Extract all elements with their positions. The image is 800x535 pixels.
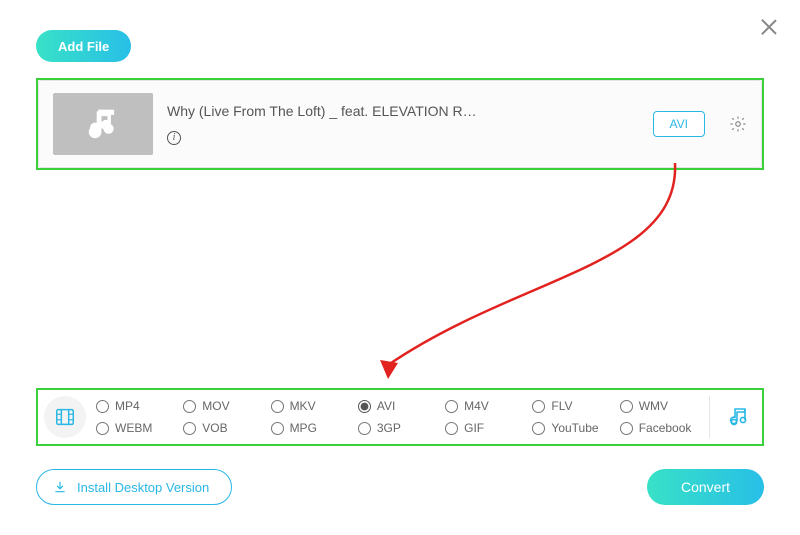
download-icon [53,480,67,494]
format-label: GIF [464,421,484,435]
install-desktop-label: Install Desktop Version [77,480,209,495]
add-file-button[interactable]: Add File [36,30,131,62]
format-radio-facebook[interactable] [620,422,633,435]
format-radio-mov[interactable] [183,400,196,413]
format-radio-mpg[interactable] [271,422,284,435]
format-radio-youtube[interactable] [532,422,545,435]
audio-category-button[interactable] [724,403,752,431]
format-radio-flv[interactable] [532,400,545,413]
format-option-mpg[interactable]: MPG [271,421,354,435]
file-card-highlight: Why (Live From The Loft) _ feat. ELEVATI… [36,78,764,170]
format-label: MKV [290,399,316,413]
video-category-button[interactable] [44,396,86,438]
format-label: Facebook [639,421,692,435]
format-badge-button[interactable]: AVI [653,111,705,137]
format-label: WEBM [115,421,152,435]
format-label: 3GP [377,421,401,435]
format-label: M4V [464,399,489,413]
file-title: Why (Live From The Loft) _ feat. ELEVATI… [167,103,639,119]
format-radio-gif[interactable] [445,422,458,435]
annotation-arrow [320,155,700,395]
format-option-youtube[interactable]: YouTube [532,421,615,435]
format-option-wmv[interactable]: WMV [620,399,703,413]
format-label: MPG [290,421,317,435]
format-option-flv[interactable]: FLV [532,399,615,413]
install-desktop-button[interactable]: Install Desktop Version [36,469,232,505]
format-radio-3gp[interactable] [358,422,371,435]
film-icon [54,406,76,428]
format-option-mp4[interactable]: MP4 [96,399,179,413]
format-label: AVI [377,399,395,413]
format-radio-m4v[interactable] [445,400,458,413]
format-option-mkv[interactable]: MKV [271,399,354,413]
format-label: YouTube [551,421,598,435]
format-panel-highlight: MP4 MOV MKV AVI M4V FLV WMV WEBM VOB MPG 3GP GIF You… [36,388,764,446]
app-window: Add File Why (Live From The Loft) _ feat… [0,0,800,535]
format-radio-vob[interactable] [183,422,196,435]
format-radio-wmv[interactable] [620,400,633,413]
info-icon[interactable]: i [167,131,181,145]
divider [709,396,710,438]
format-panel: MP4 MOV MKV AVI M4V FLV WMV WEBM VOB MPG 3GP GIF You… [38,390,762,444]
format-label: FLV [551,399,572,413]
file-thumbnail [53,93,153,155]
format-option-3gp[interactable]: 3GP [358,421,441,435]
format-radio-webm[interactable] [96,422,109,435]
music-icon [726,405,750,429]
gear-icon[interactable] [729,115,747,133]
music-note-icon [84,105,122,143]
format-radio-mkv[interactable] [271,400,284,413]
format-option-m4v[interactable]: M4V [445,399,528,413]
format-option-mov[interactable]: MOV [183,399,266,413]
format-option-facebook[interactable]: Facebook [620,421,703,435]
format-option-vob[interactable]: VOB [183,421,266,435]
format-radio-mp4[interactable] [96,400,109,413]
file-meta: Why (Live From The Loft) _ feat. ELEVATI… [167,103,639,145]
format-options-grid: MP4 MOV MKV AVI M4V FLV WMV WEBM VOB MPG 3GP GIF You… [96,399,703,435]
close-icon[interactable] [760,18,778,36]
format-label: MP4 [115,399,140,413]
format-option-avi[interactable]: AVI [358,399,441,413]
format-option-webm[interactable]: WEBM [96,421,179,435]
format-label: VOB [202,421,227,435]
format-radio-avi[interactable] [358,400,371,413]
format-label: WMV [639,399,668,413]
format-option-gif[interactable]: GIF [445,421,528,435]
convert-button[interactable]: Convert [647,469,764,505]
file-card: Why (Live From The Loft) _ feat. ELEVATI… [38,80,762,168]
format-label: MOV [202,399,229,413]
